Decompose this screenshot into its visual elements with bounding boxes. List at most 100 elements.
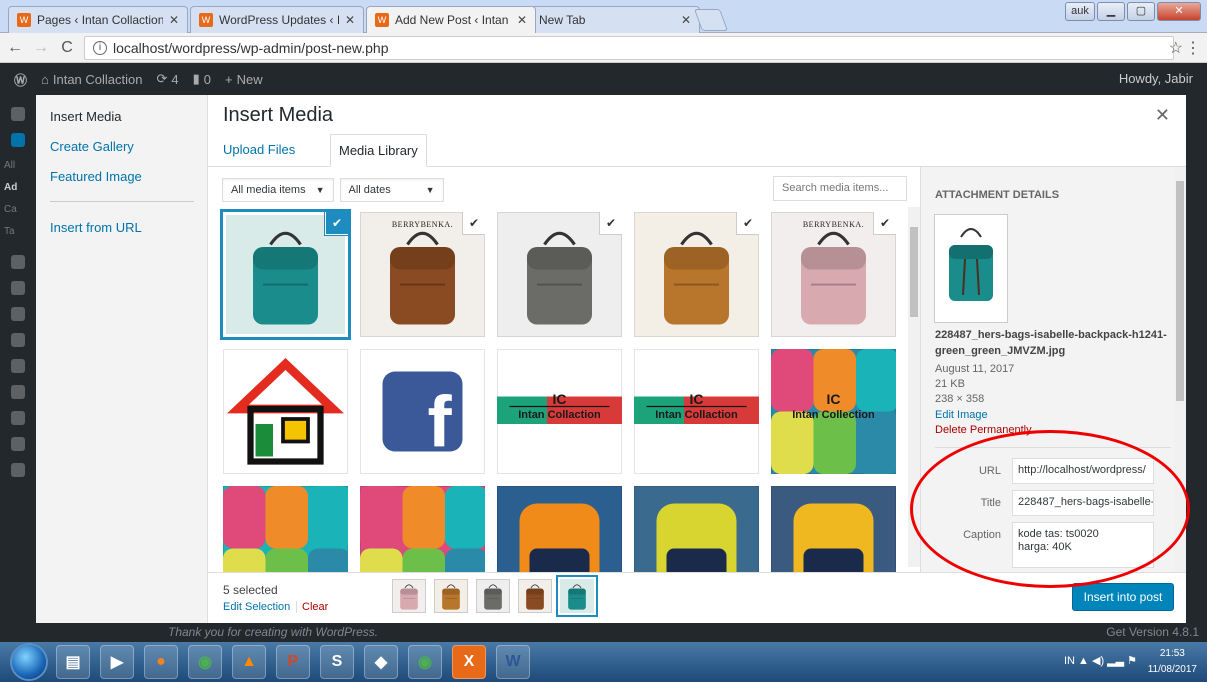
browser-tab-new-tab[interactable]: New Tab ✕ [530,6,700,33]
firefox-icon[interactable]: ● [144,645,178,679]
menu-insert-media[interactable]: Insert Media [50,109,122,124]
back-arrow-icon[interactable]: ← [4,39,26,57]
checkmark-icon[interactable]: ✔ [463,212,485,234]
chrome-icon-2[interactable]: ◉ [408,645,442,679]
checkmark-icon[interactable]: ✔ [874,212,896,234]
attachment-yellow-green-backpack[interactable] [634,486,759,572]
footer-version-link[interactable]: Get Version 4.8.1 [1106,625,1199,639]
attachment-grey-backpack[interactable]: ✔ [497,212,622,337]
appearance-icon[interactable] [11,359,25,373]
forward-arrow-icon[interactable]: → [30,39,52,57]
new-content-link[interactable]: New [237,72,263,87]
media-player-icon[interactable]: ▶ [100,645,134,679]
modal-close-icon[interactable]: ✕ [1155,105,1170,126]
insert-into-post-button[interactable]: Insert into post [1072,583,1174,611]
maximize-button[interactable]: ▢ [1127,2,1155,21]
attachment-colorful-backpacks-3[interactable] [360,486,485,572]
attachment-colorful-backpacks-2[interactable] [223,486,348,572]
checkmark-icon[interactable]: ✔ [600,212,622,234]
checkmark-icon[interactable]: ✔ [326,212,348,234]
explorer-icon[interactable]: ▤ [56,645,90,679]
new-plus-icon[interactable]: + [225,72,233,87]
posts-icon[interactable] [11,133,25,147]
submenu-fragment[interactable]: Ta [4,221,36,243]
tab-upload-files[interactable]: Upload Files [223,142,295,157]
close-tab-icon[interactable]: ✕ [169,13,179,27]
photos-icon[interactable]: ◆ [364,645,398,679]
search-input[interactable]: Search media items... [773,176,907,201]
profile-button[interactable]: auk [1065,2,1095,21]
menu-featured-image[interactable]: Featured Image [50,169,142,184]
howdy-user[interactable]: Howdy, Jabir [1119,71,1193,86]
wordpress-favicon-icon: W [375,13,389,27]
comments-menu-icon[interactable] [11,307,25,321]
plugins-icon[interactable] [11,385,25,399]
updates-icon[interactable]: ⟳ [157,71,168,87]
menu-insert-from-url[interactable]: Insert from URL [50,220,142,235]
close-tab-icon[interactable]: ✕ [345,13,355,27]
comments-icon[interactable]: ▮ [193,71,200,87]
browser-tab-pages[interactable]: W Pages ‹ Intan Collaction - ✕ [8,6,188,33]
vlc-icon[interactable]: ▲ [232,645,266,679]
browser-menu-icon[interactable]: ⋮ [1185,38,1201,58]
xampp-icon[interactable]: X [452,645,486,679]
attachment-yellow-black-backpack[interactable] [771,486,896,572]
minimize-button[interactable]: ▁ [1097,2,1125,21]
selected-thumb-tan-leather-backpack[interactable] [434,579,468,613]
attachment-tan-leather-backpack[interactable]: ✔ [634,212,759,337]
site-name-link[interactable]: Intan Collaction [53,72,143,87]
info-icon[interactable]: i [93,41,107,55]
home-icon[interactable]: ⌂ [41,72,49,87]
submenu-fragment[interactable]: Ad [4,177,36,199]
edit-image-link[interactable]: Edit Image [935,409,988,421]
clear-selection-link[interactable]: Clear [302,601,328,613]
wordpress-logo-icon[interactable]: Ⓦ [14,70,27,89]
window-close-button[interactable]: ✕ [1157,2,1201,21]
attachment-facebook-logo[interactable]: f [360,349,485,474]
scrollbar-thumb[interactable] [910,227,918,317]
submenu-fragment[interactable]: All [4,155,36,177]
powerpoint-icon[interactable]: P [276,645,310,679]
close-tab-icon[interactable]: ✕ [517,13,527,27]
attachment-berrybenka-pink-backpack[interactable]: BERRYBENKA. ✔ [771,212,896,337]
edit-selection-link[interactable]: Edit Selection [223,601,290,613]
tools-icon[interactable] [11,437,25,451]
attachment-house-logo[interactable] [223,349,348,474]
url-input[interactable]: i localhost/wordpress/wp-admin/post-new.… [84,36,1174,60]
bookmark-star-icon[interactable]: ☆ [1169,38,1183,58]
selected-thumb-berrybenka-pink-backpack[interactable] [392,579,426,613]
dashboard-icon[interactable] [11,107,25,121]
sublime-icon[interactable]: S [320,645,354,679]
reload-icon[interactable]: C [56,39,78,57]
media-date-filter[interactable]: All dates ▼ [339,178,444,202]
users-icon[interactable] [11,411,25,425]
menu-create-gallery[interactable]: Create Gallery [50,139,134,154]
close-tab-icon[interactable]: ✕ [681,13,691,27]
settings-icon[interactable] [11,463,25,477]
attachment-colorful-backpacks-1[interactable]: IC Intan Collection [771,349,896,474]
scrollbar-thumb[interactable] [1176,181,1184,401]
language-indicator[interactable]: IN [1064,655,1075,667]
tab-media-library[interactable]: Media Library [330,134,427,167]
system-clock[interactable]: 21:53 11/08/2017 [1148,646,1197,678]
pages-icon[interactable] [11,281,25,295]
mail-icon[interactable] [11,333,25,347]
browser-tab-add-new-post[interactable]: W Add New Post ‹ Intan Co ✕ [366,6,536,33]
chrome-icon[interactable]: ◉ [188,645,222,679]
word-icon[interactable]: W [496,645,530,679]
media-type-filter[interactable]: All media items ▼ [222,178,334,202]
selected-thumb-grey-backpack[interactable] [476,579,510,613]
submenu-fragment[interactable]: Ca [4,199,36,221]
start-button[interactable] [12,645,46,679]
attachment-intan-collaction-banner-2[interactable]: IC Intan Collaction [634,349,759,474]
tab-label: WordPress Updates ‹ Inta [219,13,339,27]
attachment-orange-blue-backpack[interactable] [497,486,622,572]
attachment-isabelle-backpack-green[interactable]: ✔ [223,212,348,337]
browser-tab-updates[interactable]: W WordPress Updates ‹ Inta ✕ [190,6,364,33]
attachment-intan-collaction-banner-1[interactable]: IC Intan Collaction [497,349,622,474]
attachment-berrybenka-brown-backpack[interactable]: BERRYBENKA. ✔ [360,212,485,337]
selected-thumb-isabelle-backpack-green[interactable] [560,579,594,613]
checkmark-icon[interactable]: ✔ [737,212,759,234]
selected-thumb-berrybenka-brown-backpack[interactable] [518,579,552,613]
media-icon[interactable] [11,255,25,269]
